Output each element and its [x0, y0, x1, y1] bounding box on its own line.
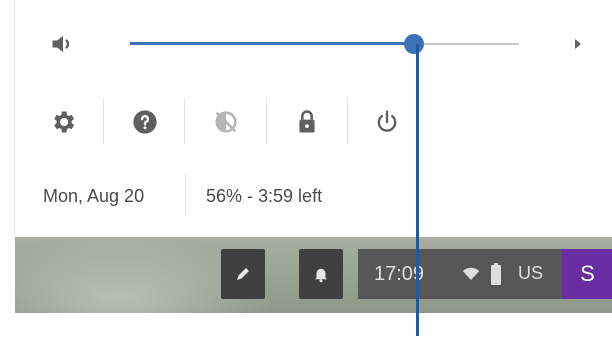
wifi-icon: [462, 267, 480, 280]
volume-slider-fill: [130, 42, 414, 45]
input-method-label: US: [518, 263, 544, 283]
volume-row: [15, 20, 612, 68]
status-row: Mon, Aug 20 56% - 3:59 left: [15, 170, 612, 218]
volume-icon[interactable]: [49, 30, 77, 58]
notifications-button[interactable]: [299, 249, 343, 299]
divider: [103, 98, 104, 144]
avatar[interactable]: S: [562, 249, 612, 299]
stylus-button[interactable]: [221, 249, 265, 299]
battery-status[interactable]: 56% - 3:59 left: [206, 186, 322, 207]
divider: [184, 98, 185, 144]
lock-icon[interactable]: [293, 108, 321, 136]
annotation-pointer-line: [416, 44, 419, 336]
chevron-right-icon[interactable]: [571, 36, 585, 52]
status-area[interactable]: 17:09 US: [358, 249, 562, 299]
quick-actions-row: [15, 98, 612, 148]
shelf: 17:09 US S: [15, 237, 612, 313]
volume-slider[interactable]: [130, 34, 519, 54]
pen-icon: [237, 268, 249, 280]
system-tray-panel: Mon, Aug 20 56% - 3:59 left: [15, 0, 612, 237]
help-icon[interactable]: [131, 108, 159, 136]
power-icon[interactable]: [373, 108, 401, 136]
volume-slider-thumb[interactable]: [403, 34, 424, 54]
divider: [266, 98, 267, 144]
divider: [347, 98, 348, 144]
date-label[interactable]: Mon, Aug 20: [43, 186, 144, 207]
gear-icon[interactable]: [49, 108, 77, 136]
divider: [185, 174, 186, 214]
battery-icon: [491, 263, 501, 285]
night-light-off-icon[interactable]: [212, 108, 240, 136]
bell-icon: [315, 268, 327, 283]
